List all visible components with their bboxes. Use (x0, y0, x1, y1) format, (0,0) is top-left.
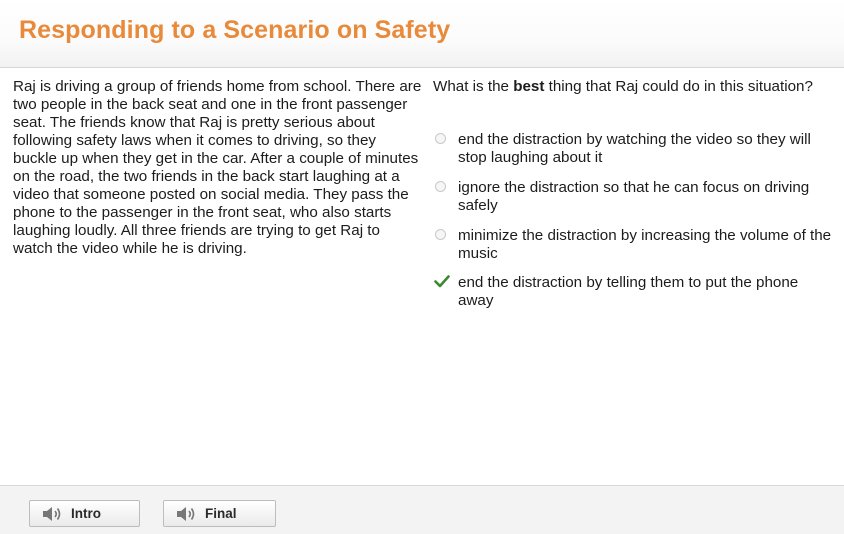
footer-bar: Intro Final (0, 485, 844, 534)
checkmark-icon (434, 275, 450, 288)
speaker-icon (177, 507, 195, 521)
header-bar: Responding to a Scenario on Safety (0, 0, 844, 68)
radio-button[interactable] (435, 229, 446, 240)
radio-button[interactable] (435, 181, 446, 192)
question-prompt: What is the best thing that Raj could do… (433, 78, 828, 96)
intro-button-label: Intro (71, 506, 101, 521)
question-emphasis: best (513, 78, 545, 95)
speaker-icon (43, 507, 61, 521)
final-audio-button[interactable]: Final (163, 500, 276, 527)
intro-audio-button[interactable]: Intro (29, 500, 140, 527)
answer-option-label: minimize the distraction by increasing t… (458, 227, 832, 262)
scenario-passage: Raj is driving a group of friends home f… (13, 78, 422, 257)
answer-option-label: end the distraction by watching the vide… (458, 131, 811, 166)
page-title: Responding to a Scenario on Safety (19, 16, 451, 44)
answer-option-label: end the distraction by telling them to p… (458, 274, 799, 309)
radio-button[interactable] (435, 133, 446, 144)
answer-option-label: ignore the distraction so that he can fo… (458, 179, 810, 214)
question-suffix: thing that Raj could do in this situatio… (544, 78, 813, 95)
final-button-label: Final (205, 506, 237, 521)
question-prefix: What is the (433, 78, 514, 95)
